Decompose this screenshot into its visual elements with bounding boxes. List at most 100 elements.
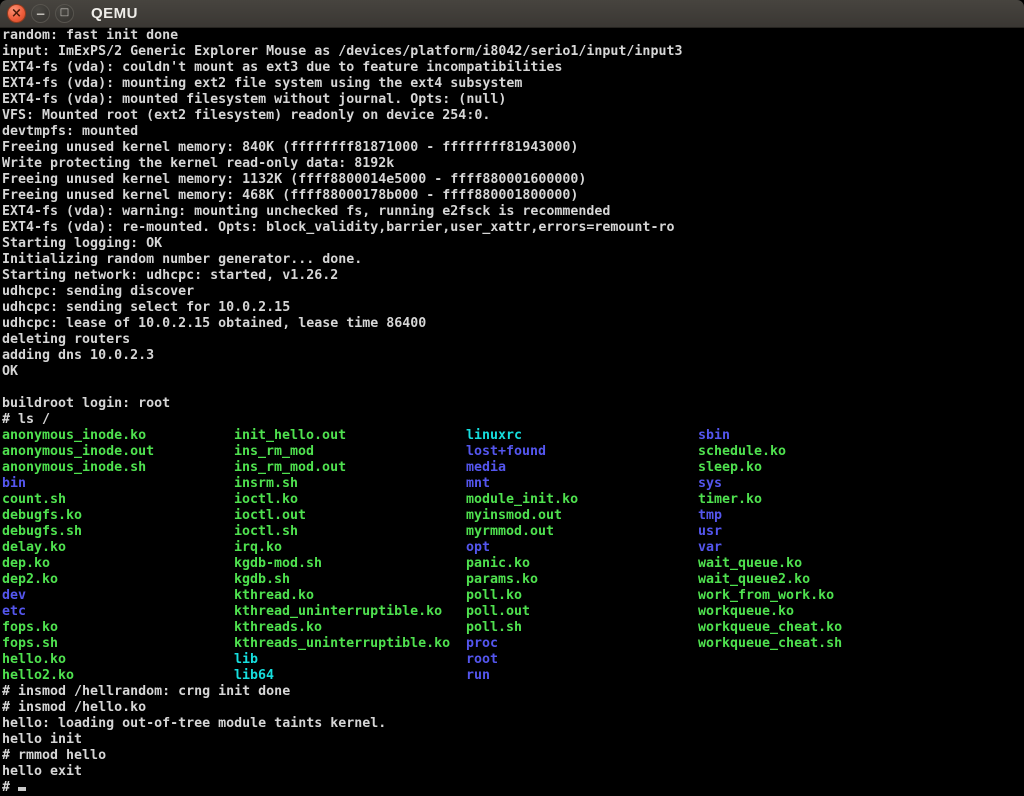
ls-entry: irq.ko — [234, 540, 282, 556]
ls-entry: myrmmod.out — [466, 524, 554, 540]
terminal-line: Freeing unused kernel memory: 840K (ffff… — [2, 140, 1024, 156]
terminal-line: debugfs.shioctl.shmyrmmod.outusr — [2, 524, 1024, 540]
terminal-line — [2, 380, 1024, 396]
ls-entry: anonymous_inode.ko — [2, 428, 146, 444]
ls-entry: debugfs.ko — [2, 508, 82, 524]
terminal-line: input: ImExPS/2 Generic Explorer Mouse a… — [2, 44, 1024, 60]
close-button[interactable]: × — [7, 4, 26, 23]
ls-entry: fops.ko — [2, 620, 58, 636]
ls-entry: work_from_work.ko — [698, 588, 834, 604]
terminal-line: Write protecting the kernel read-only da… — [2, 156, 1024, 172]
terminal-line: hello: loading out-of-tree module taints… — [2, 716, 1024, 732]
terminal-line: dep.ko kgdb-mod.sh panic.ko wait_queue.ko — [2, 556, 1024, 572]
terminal-line: anonymous_inode.ko init_hello.out linuxrc s… — [2, 428, 1024, 444]
terminal-line: debugfs.koioctl.outmyinsmod.outtmp — [2, 508, 1024, 524]
ls-entry: anonymous_inode.out — [2, 444, 154, 460]
ls-entry: opt — [466, 540, 490, 556]
terminal-line: anonymous_inode.outins_rm_modlost+founds… — [2, 444, 1024, 460]
terminal-line: fops.shkthreads_uninterruptible.koprocwo… — [2, 636, 1024, 652]
ls-entry: etc — [2, 604, 26, 620]
maximize-icon: □ — [60, 8, 69, 18]
ls-entry: run — [466, 668, 490, 684]
ls-entry: module_init.ko — [466, 492, 578, 508]
terminal-line: VFS: Mounted root (ext2 filesystem) read… — [2, 108, 1024, 124]
ls-entry: linuxrc — [466, 428, 522, 444]
ls-entry: ioctl.ko — [234, 492, 298, 508]
terminal-screen[interactable]: random: fast init doneinput: ImExPS/2 Ge… — [0, 28, 1024, 796]
ls-entry: dep2.ko — [2, 572, 58, 588]
ls-entry: timer.ko — [698, 492, 762, 508]
ls-entry: params.ko — [466, 572, 538, 588]
terminal-line: udhcpc: sending discover — [2, 284, 1024, 300]
terminal-line: EXT4-fs (vda): mounting ext2 file system… — [2, 76, 1024, 92]
ls-entry: sbin — [698, 428, 730, 444]
ls-entry: lib — [234, 652, 258, 668]
ls-entry: kthreads_uninterruptible.ko — [234, 636, 450, 652]
ls-entry: poll.out — [466, 604, 530, 620]
window-titlebar[interactable]: × − □ QEMU — [0, 0, 1024, 28]
terminal-line: # ls / — [2, 412, 1024, 428]
window-title: QEMU — [91, 5, 138, 22]
ls-entry: wait_queue.ko — [698, 556, 802, 572]
terminal-line: etc kthread_uninterruptible.ko poll.out wor… — [2, 604, 1024, 620]
qemu-window: × − □ QEMU random: fast init doneinput: … — [0, 0, 1024, 796]
terminal-line: udhcpc: lease of 10.0.2.15 obtained, lea… — [2, 316, 1024, 332]
ls-entry: schedule.ko — [698, 444, 786, 460]
ls-entry: hello.ko — [2, 652, 66, 668]
ls-entry: hello2.ko — [2, 668, 74, 684]
ls-entry: init_hello.out — [234, 428, 346, 444]
terminal-cursor — [18, 787, 26, 791]
ls-entry: lib64 — [234, 668, 274, 684]
terminal-line: buildroot login: root — [2, 396, 1024, 412]
terminal-line: anonymous_inode.shins_rm_mod.outmediasle… — [2, 460, 1024, 476]
ls-entry: sys — [698, 476, 722, 492]
ls-entry: dev — [2, 588, 26, 604]
maximize-button[interactable]: □ — [55, 4, 74, 23]
ls-entry: panic.ko — [466, 556, 530, 572]
ls-entry: kgdb-mod.sh — [234, 556, 322, 572]
ls-entry: kthread_uninterruptible.ko — [234, 604, 442, 620]
ls-entry: poll.sh — [466, 620, 522, 636]
terminal-line: EXT4-fs (vda): warning: mounting uncheck… — [2, 204, 1024, 220]
ls-entry: delay.ko — [2, 540, 66, 556]
terminal-line: hello.ko lib root — [2, 652, 1024, 668]
minimize-icon: − — [35, 8, 45, 20]
ls-entry: sleep.ko — [698, 460, 762, 476]
terminal-line: fops.ko kthreads.ko poll.sh workqueue_cheat… — [2, 620, 1024, 636]
terminal-line: bininsrm.shmntsys — [2, 476, 1024, 492]
ls-entry: kthread.ko — [234, 588, 314, 604]
ls-entry: media — [466, 460, 506, 476]
terminal-line: Freeing unused kernel memory: 468K (ffff… — [2, 188, 1024, 204]
ls-entry: lost+found — [466, 444, 546, 460]
terminal-line: # rmmod hello — [2, 748, 1024, 764]
close-icon: × — [11, 7, 22, 20]
terminal-line: hello exit — [2, 764, 1024, 780]
ls-entry: var — [698, 540, 722, 556]
ls-entry: kthreads.ko — [234, 620, 322, 636]
ls-entry: wait_queue2.ko — [698, 572, 810, 588]
terminal-line: # insmod /hellrandom: crng init done — [2, 684, 1024, 700]
ls-entry: tmp — [698, 508, 722, 524]
ls-entry: count.sh — [2, 492, 66, 508]
ls-entry: dep.ko — [2, 556, 50, 572]
terminal-line: Freeing unused kernel memory: 1132K (fff… — [2, 172, 1024, 188]
ls-entry: root — [466, 652, 498, 668]
terminal-line: Starting network: udhcpc: started, v1.26… — [2, 268, 1024, 284]
terminal-line: # — [2, 780, 1024, 796]
terminal-line: devtmpfs: mounted — [2, 124, 1024, 140]
ls-entry: proc — [466, 636, 498, 652]
minimize-button[interactable]: − — [31, 4, 50, 23]
ls-entry: workqueue.ko — [698, 604, 794, 620]
ls-entry: bin — [2, 476, 26, 492]
ls-entry: workqueue_cheat.ko — [698, 620, 842, 636]
terminal-line: random: fast init done — [2, 28, 1024, 44]
terminal-line: OK — [2, 364, 1024, 380]
ls-entry: kgdb.sh — [234, 572, 290, 588]
terminal-line: EXT4-fs (vda): re-mounted. Opts: block_v… — [2, 220, 1024, 236]
terminal-line: delay.ko irq.ko opt var — [2, 540, 1024, 556]
terminal-line: EXT4-fs (vda): couldn't mount as ext3 du… — [2, 60, 1024, 76]
ls-entry: anonymous_inode.sh — [2, 460, 146, 476]
terminal-line: Initializing random number generator... … — [2, 252, 1024, 268]
ls-entry: ioctl.sh — [234, 524, 298, 540]
ls-entry: insrm.sh — [234, 476, 298, 492]
